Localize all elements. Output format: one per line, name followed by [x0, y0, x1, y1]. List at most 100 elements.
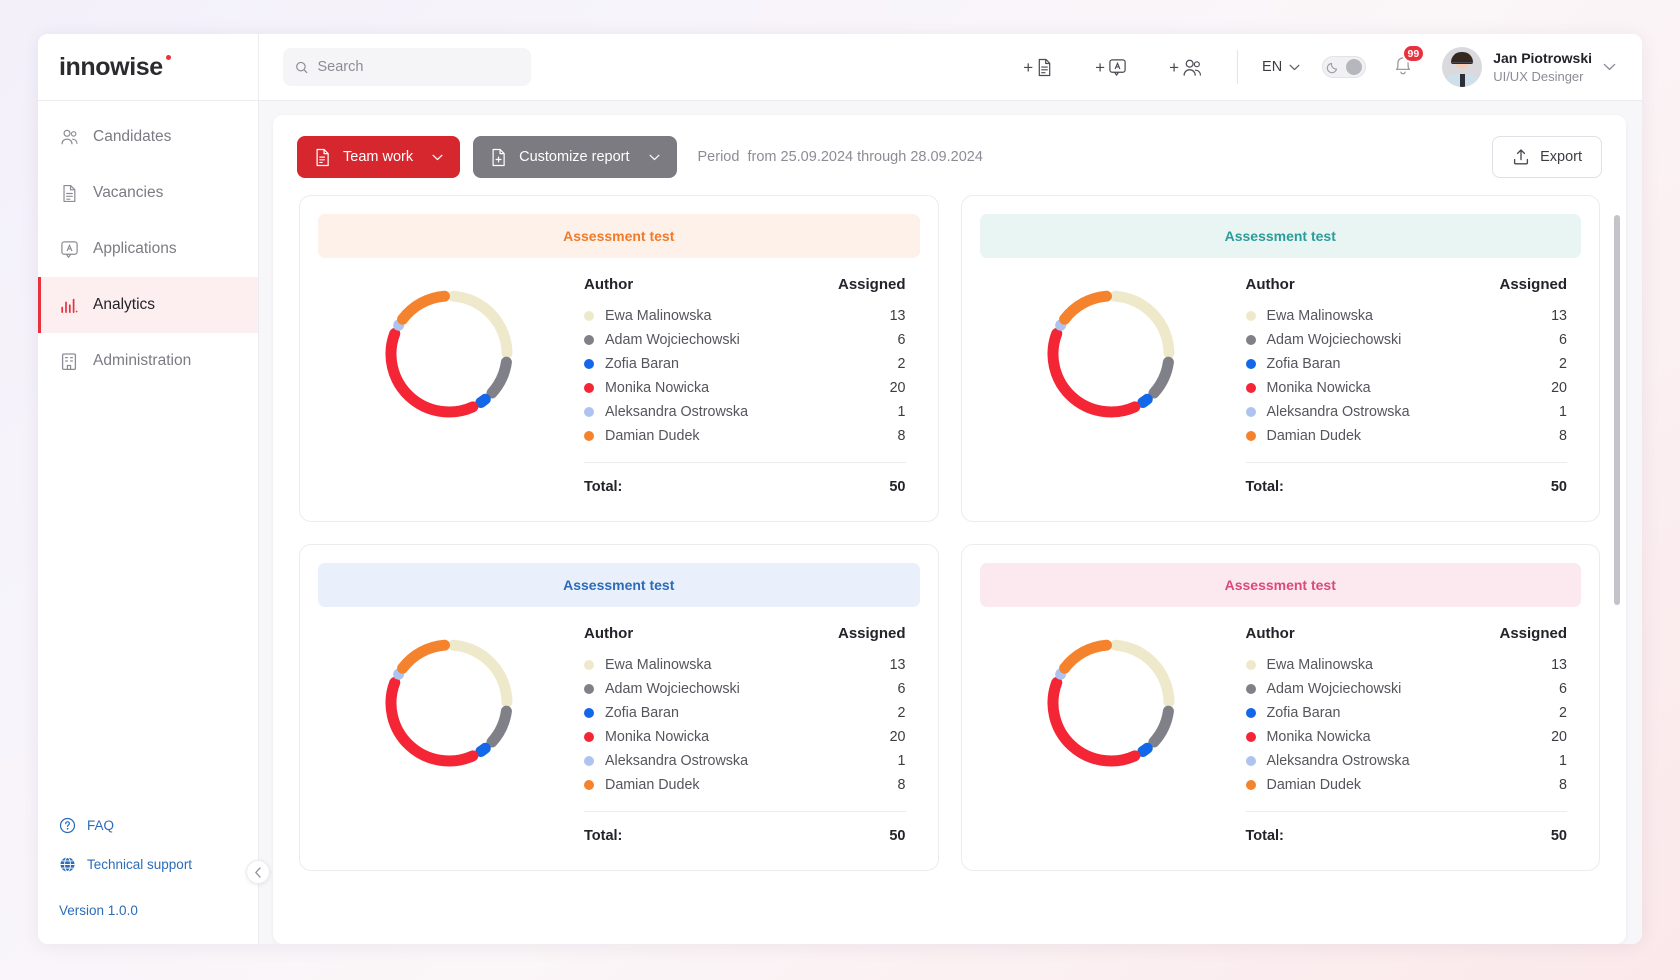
legend-assigned-value: 8	[1559, 777, 1567, 793]
technical-support-label: Technical support	[87, 857, 193, 872]
customize-report-label: Customize report	[519, 149, 630, 165]
application-icon	[59, 239, 79, 259]
language-selector[interactable]: EN	[1238, 59, 1322, 75]
legend-row[interactable]: Aleksandra Ostrowska 1	[584, 400, 906, 424]
legend-author-name: Damian Dudek	[605, 428, 700, 444]
report-card: Assessment test Author Assigned Ewa Malinow…	[299, 544, 939, 871]
legend-row[interactable]: Ewa Malinowska 13	[584, 304, 906, 328]
user-role: UI/UX Desinger	[1493, 68, 1584, 84]
legend-row[interactable]: Aleksandra Ostrowska 1	[584, 749, 906, 773]
sidebar-item-applications[interactable]: Applications	[38, 221, 258, 277]
donut-segment	[1058, 290, 1112, 325]
top-header-bar: innowise +	[38, 34, 1642, 101]
legend-row[interactable]: Adam Wojciechowski 6	[584, 677, 906, 701]
faq-label: FAQ	[87, 818, 115, 833]
faq-link[interactable]: FAQ	[59, 817, 258, 834]
legend-row[interactable]: Aleksandra Ostrowska 1	[1245, 400, 1567, 424]
add-document-button[interactable]: +	[1023, 58, 1053, 77]
donut-segment	[486, 356, 512, 399]
legend-row[interactable]: Monika Nowicka 20	[584, 376, 906, 400]
legend-row[interactable]: Adam Wojciechowski 6	[584, 328, 906, 352]
team-work-button[interactable]: Team work	[297, 136, 461, 178]
legend-total-row: Total: 50	[584, 812, 906, 846]
innowise-logo[interactable]: innowise	[59, 52, 171, 82]
legend-row[interactable]: Zofia Baran 2	[584, 701, 906, 725]
report-card-title: Assessment test	[979, 563, 1581, 607]
customize-report-button[interactable]: Customize report	[473, 136, 677, 178]
search-box[interactable]	[283, 48, 531, 86]
report-card: Assessment test Author Assigned Ewa Malinow…	[960, 544, 1600, 871]
legend-row[interactable]: Ewa Malinowska 13	[1245, 304, 1567, 328]
legend-row[interactable]: Damian Dudek 8	[1245, 773, 1567, 797]
legend-row[interactable]: Zofia Baran 2	[1245, 701, 1567, 725]
legend-assigned-value: 20	[889, 380, 906, 396]
legend-assigned-value: 8	[897, 428, 906, 444]
report-card-body: Author Assigned Ewa Malinowska 13 Adam Wojci…	[318, 607, 920, 852]
sidebar-item-vacancies[interactable]: Vacancies	[38, 165, 258, 221]
chart-legend-table: Author Assigned Ewa Malinowska 13 Adam Wojci…	[1245, 276, 1576, 497]
sidebar-item-administration[interactable]: Administration	[38, 333, 258, 389]
add-application-button[interactable]: +	[1095, 58, 1127, 77]
report-toolbar: Team work Customize report Period from 2…	[273, 115, 1626, 195]
donut-segment	[1147, 356, 1174, 399]
users-icon	[59, 127, 79, 147]
legend-row[interactable]: Monika Nowicka 20	[1245, 725, 1567, 749]
add-user-button[interactable]: +	[1169, 58, 1203, 77]
chart-legend-table: Author Assigned Ewa Malinowska 13 Adam Wojci…	[584, 276, 914, 497]
sidebar-item-analytics[interactable]: Analytics	[38, 277, 258, 333]
donut-chart-wrap	[324, 625, 574, 777]
user-info: Jan Piotrowski UI/UX Desinger	[1493, 49, 1592, 85]
legend-row[interactable]: Adam Wojciechowski 6	[1245, 677, 1567, 701]
legend-row[interactable]: Damian Dudek 8	[584, 773, 906, 797]
donut-segment	[1109, 639, 1174, 708]
version-label: Version	[59, 903, 105, 918]
legend-author-name: Adam Wojciechowski	[1266, 681, 1402, 697]
legend-row[interactable]: Aleksandra Ostrowska 1	[1245, 749, 1567, 773]
legend-assigned-value: 1	[897, 404, 906, 420]
sidebar-item-candidates[interactable]: Candidates	[38, 109, 258, 165]
sidebar-collapse-button[interactable]	[246, 860, 270, 884]
legend-author-name: Damian Dudek	[1266, 428, 1362, 444]
legend-row[interactable]: Damian Dudek 8	[584, 424, 906, 448]
sidebar-item-label: Vacancies	[93, 184, 164, 201]
logo-text: innowise	[59, 52, 163, 81]
legend-color-dot	[1245, 359, 1256, 369]
legend-row[interactable]: Ewa Malinowska 13	[1245, 653, 1567, 677]
building-icon	[59, 351, 79, 371]
legend-color-dot	[1245, 684, 1256, 694]
theme-toggle[interactable]	[1322, 56, 1367, 78]
legend-row[interactable]: Adam Wojciechowski 6	[1245, 328, 1567, 352]
legend-header-row: Author Assigned	[584, 625, 906, 642]
plus-icon: +	[1023, 57, 1034, 77]
legend-row[interactable]: Zofia Baran 2	[1245, 352, 1567, 376]
period-label: Period	[697, 149, 740, 165]
donut-segment	[397, 290, 450, 325]
legend-row[interactable]: Monika Nowicka 20	[1245, 376, 1567, 400]
document-icon	[1038, 58, 1051, 76]
legend-author-name: Ewa Malinowska	[605, 308, 712, 324]
scrollbar-thumb[interactable]	[1614, 215, 1620, 605]
period-value: from 25.09.2024 through 28.09.2024	[747, 149, 983, 165]
notifications-button[interactable]: 99	[1392, 44, 1426, 81]
search-input[interactable]	[317, 59, 519, 75]
donut-segment	[385, 327, 479, 418]
legend-assigned-value: 20	[889, 729, 906, 745]
donut-segment	[1047, 327, 1140, 418]
legend-header-row: Author Assigned	[1246, 276, 1568, 293]
legend-row[interactable]: Zofia Baran 2	[584, 352, 906, 376]
legend-row[interactable]: Ewa Malinowska 13	[584, 653, 906, 677]
technical-support-link[interactable]: Technical support	[59, 856, 258, 873]
brand-cell: innowise	[38, 34, 259, 100]
legend-color-dot	[584, 359, 594, 369]
legend-color-dot	[1245, 756, 1256, 766]
legend-assigned-value: 13	[1551, 308, 1567, 324]
report-card-body: Author Assigned Ewa Malinowska 13 Adam Wojci…	[318, 258, 920, 503]
legend-color-dot	[584, 756, 594, 766]
legend-color-dot	[584, 780, 594, 790]
report-card-title: Assessment test	[318, 214, 920, 258]
legend-row[interactable]: Damian Dudek 8	[1245, 424, 1567, 448]
sidebar-item-label: Administration	[93, 352, 192, 369]
user-profile-menu[interactable]: Jan Piotrowski UI/UX Desinger	[1442, 47, 1642, 87]
legend-row[interactable]: Monika Nowicka 20	[584, 725, 906, 749]
export-button[interactable]: Export	[1492, 136, 1602, 178]
